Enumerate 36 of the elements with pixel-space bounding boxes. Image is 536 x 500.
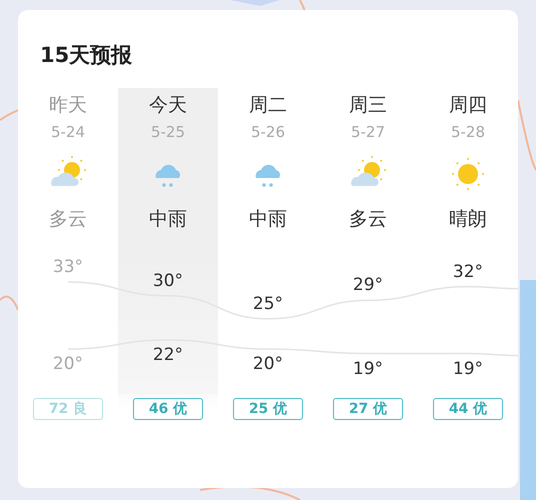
day-column[interactable]: 周三 5-27 多云 — [318, 88, 418, 254]
low-temperature: 20° — [252, 353, 284, 375]
date-label: 5-28 — [450, 122, 486, 142]
day-column[interactable]: 周四 5-28 晴朗 — [418, 88, 518, 254]
sun-icon — [450, 156, 486, 192]
date-label: 5-25 — [150, 122, 186, 142]
high-temperature: 29° — [352, 274, 384, 296]
day-label: 昨天 — [49, 93, 87, 118]
date-label: 5-27 — [350, 122, 386, 142]
card-title: 15天预报 — [40, 42, 134, 69]
air-quality-badge: 44 优 — [433, 398, 503, 420]
air-quality-badge: 25 优 — [233, 398, 303, 420]
low-temperature: 19° — [452, 358, 484, 380]
date-label: 5-26 — [250, 122, 286, 142]
day-label: 今天 — [149, 93, 187, 118]
condition-label: 中雨 — [149, 207, 187, 232]
air-quality-badge: 72 良 — [33, 398, 103, 420]
low-temperature: 19° — [352, 358, 384, 380]
high-temperature: 30° — [152, 270, 184, 292]
high-temperature: 33° — [52, 256, 84, 278]
high-temperature: 32° — [452, 260, 484, 283]
condition-label: 多云 — [349, 207, 387, 232]
low-temperature: 20° — [52, 353, 84, 375]
day-label: 周三 — [349, 93, 387, 118]
condition-label: 多云 — [49, 207, 87, 232]
day-label: 周二 — [249, 93, 287, 118]
day-column[interactable]: 周二 5-26 中雨 — [218, 88, 318, 254]
day-column[interactable]: 今天 5-25 中雨 — [118, 88, 218, 254]
high-temperature: 25° — [252, 292, 284, 315]
condition-label: 晴朗 — [449, 207, 487, 232]
day-label: 周四 — [449, 93, 487, 118]
air-quality-badge: 46 优 — [133, 398, 203, 420]
air-quality-badge: 27 优 — [333, 398, 403, 420]
date-label: 5-24 — [50, 122, 86, 142]
condition-label: 中雨 — [249, 207, 287, 232]
low-temperature: 22° — [152, 344, 184, 366]
